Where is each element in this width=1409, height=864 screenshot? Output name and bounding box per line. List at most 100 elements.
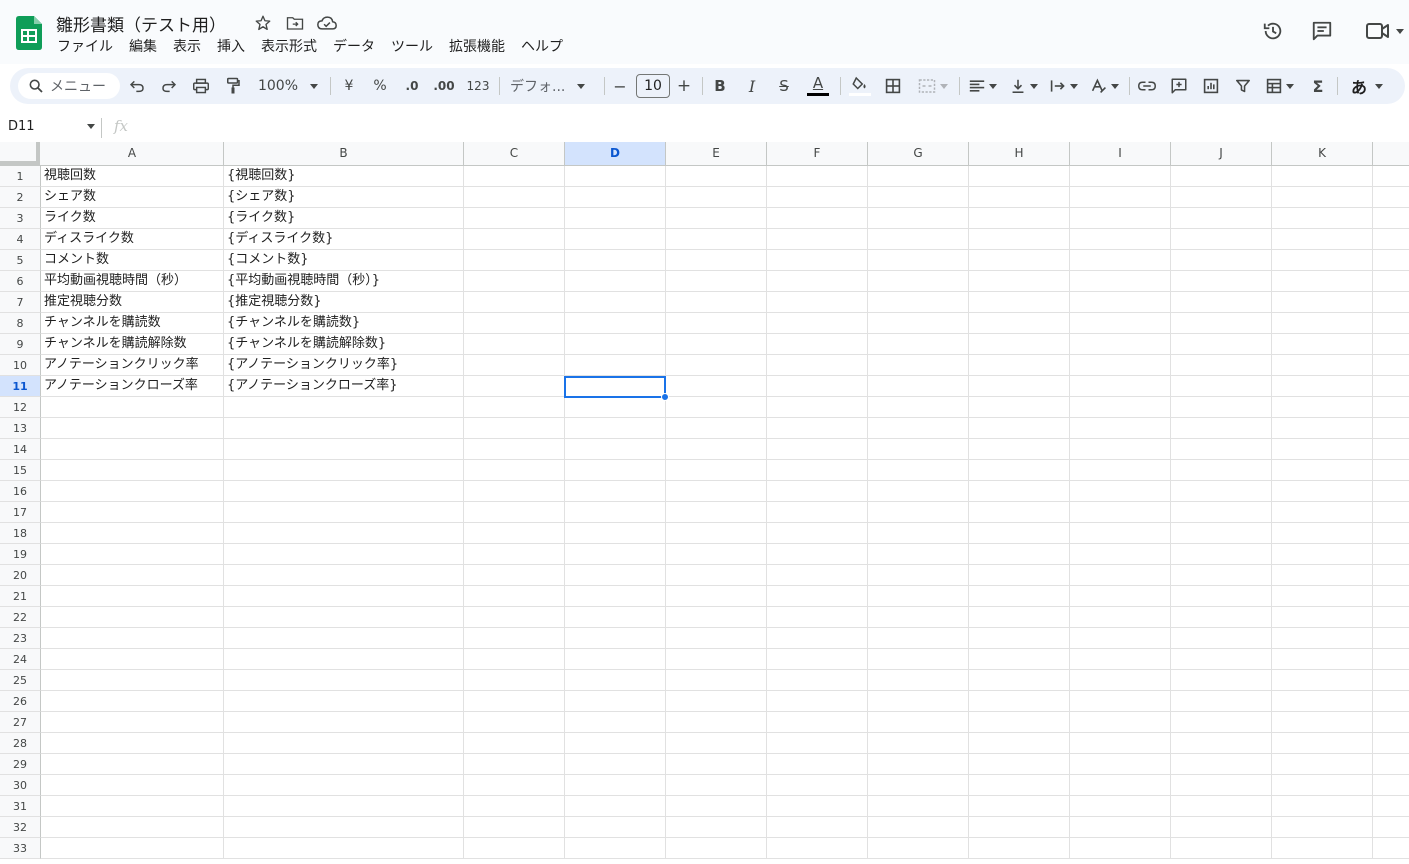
cell-k5[interactable] (1272, 250, 1373, 271)
cell-i23[interactable] (1070, 628, 1171, 649)
cell-h22[interactable] (969, 607, 1070, 628)
cell-j23[interactable] (1171, 628, 1272, 649)
cell-c26[interactable] (464, 691, 565, 712)
cell-d31[interactable] (565, 796, 666, 817)
cell-h5[interactable] (969, 250, 1070, 271)
name-box[interactable]: D11 (8, 119, 35, 134)
cell-d12[interactable] (565, 397, 666, 418)
meet-video-icon[interactable] (1364, 18, 1406, 44)
cell-k11[interactable] (1272, 376, 1373, 397)
cell-b11[interactable]: {アノテーションクローズ率} (224, 376, 464, 397)
cell-g15[interactable] (868, 460, 969, 481)
cell-i5[interactable] (1070, 250, 1171, 271)
font-size-input[interactable]: 10 (636, 74, 670, 98)
cell-b29[interactable] (224, 754, 464, 775)
cell-b17[interactable] (224, 502, 464, 523)
cell-a27[interactable] (41, 712, 224, 733)
menu-search-box[interactable]: メニュー (18, 73, 120, 99)
cell-d17[interactable] (565, 502, 666, 523)
cell-d10[interactable] (565, 355, 666, 376)
cell-g32[interactable] (868, 817, 969, 838)
cell-i10[interactable] (1070, 355, 1171, 376)
chevron-down-icon[interactable] (87, 124, 95, 129)
cell-a20[interactable] (41, 565, 224, 586)
cell-b2[interactable]: {シェア数} (224, 187, 464, 208)
cell-a24[interactable] (41, 649, 224, 670)
row-header[interactable]: 11 (0, 376, 41, 397)
cell-a22[interactable] (41, 607, 224, 628)
cell-f33[interactable] (767, 838, 868, 859)
cell-d28[interactable] (565, 733, 666, 754)
cell-k30[interactable] (1272, 775, 1373, 796)
cell-b20[interactable] (224, 565, 464, 586)
cell-d18[interactable] (565, 523, 666, 544)
cell-f29[interactable] (767, 754, 868, 775)
cell-f5[interactable] (767, 250, 868, 271)
cell-b12[interactable] (224, 397, 464, 418)
table-button[interactable] (1262, 68, 1298, 104)
cell-e18[interactable] (666, 523, 767, 544)
row-header[interactable]: 28 (0, 733, 41, 754)
menu-view[interactable]: 表示 (173, 37, 201, 57)
cell-f27[interactable] (767, 712, 868, 733)
cell-h30[interactable] (969, 775, 1070, 796)
cell-i28[interactable] (1070, 733, 1171, 754)
cell-i29[interactable] (1070, 754, 1171, 775)
borders-button[interactable] (882, 68, 904, 104)
cell-k12[interactable] (1272, 397, 1373, 418)
cell-e11[interactable] (666, 376, 767, 397)
cell-h15[interactable] (969, 460, 1070, 481)
row-header[interactable]: 15 (0, 460, 41, 481)
cell-i25[interactable] (1070, 670, 1171, 691)
cell-d32[interactable] (565, 817, 666, 838)
cell-h32[interactable] (969, 817, 1070, 838)
cell-g6[interactable] (868, 271, 969, 292)
cell-a29[interactable] (41, 754, 224, 775)
row-header[interactable]: 3 (0, 208, 41, 229)
row-header[interactable]: 23 (0, 628, 41, 649)
cell-d6[interactable] (565, 271, 666, 292)
cell-d13[interactable] (565, 418, 666, 439)
cell-k9[interactable] (1272, 334, 1373, 355)
cell-f32[interactable] (767, 817, 868, 838)
cell-b26[interactable] (224, 691, 464, 712)
cell-c5[interactable] (464, 250, 565, 271)
cell-a1[interactable]: 視聴回数 (41, 166, 224, 187)
text-wrapping-button[interactable] (1047, 68, 1081, 104)
cell-f15[interactable] (767, 460, 868, 481)
cell-c17[interactable] (464, 502, 565, 523)
column-header-e[interactable]: E (666, 142, 767, 165)
cell-e29[interactable] (666, 754, 767, 775)
cell-e22[interactable] (666, 607, 767, 628)
cell-f20[interactable] (767, 565, 868, 586)
menu-format[interactable]: 表示形式 (261, 37, 317, 57)
redo-button[interactable] (158, 68, 180, 104)
cell-j11[interactable] (1171, 376, 1272, 397)
cell-i4[interactable] (1070, 229, 1171, 250)
cell-i26[interactable] (1070, 691, 1171, 712)
cell-j22[interactable] (1171, 607, 1272, 628)
cell-a32[interactable] (41, 817, 224, 838)
cell-j10[interactable] (1171, 355, 1272, 376)
cell-h21[interactable] (969, 586, 1070, 607)
cell-g18[interactable] (868, 523, 969, 544)
cell-f31[interactable] (767, 796, 868, 817)
cell-c9[interactable] (464, 334, 565, 355)
cell-i27[interactable] (1070, 712, 1171, 733)
comments-icon[interactable] (1310, 18, 1334, 44)
cell-c3[interactable] (464, 208, 565, 229)
cell-c14[interactable] (464, 439, 565, 460)
cell-b25[interactable] (224, 670, 464, 691)
cell-c12[interactable] (464, 397, 565, 418)
cell-e4[interactable] (666, 229, 767, 250)
select-all-corner[interactable] (0, 142, 40, 165)
row-header[interactable]: 8 (0, 313, 41, 334)
cell-a31[interactable] (41, 796, 224, 817)
version-history-icon[interactable] (1261, 18, 1285, 44)
cell-b28[interactable] (224, 733, 464, 754)
cell-i8[interactable] (1070, 313, 1171, 334)
cell-b31[interactable] (224, 796, 464, 817)
menu-extensions[interactable]: 拡張機能 (449, 37, 505, 57)
cell-e24[interactable] (666, 649, 767, 670)
cell-c13[interactable] (464, 418, 565, 439)
